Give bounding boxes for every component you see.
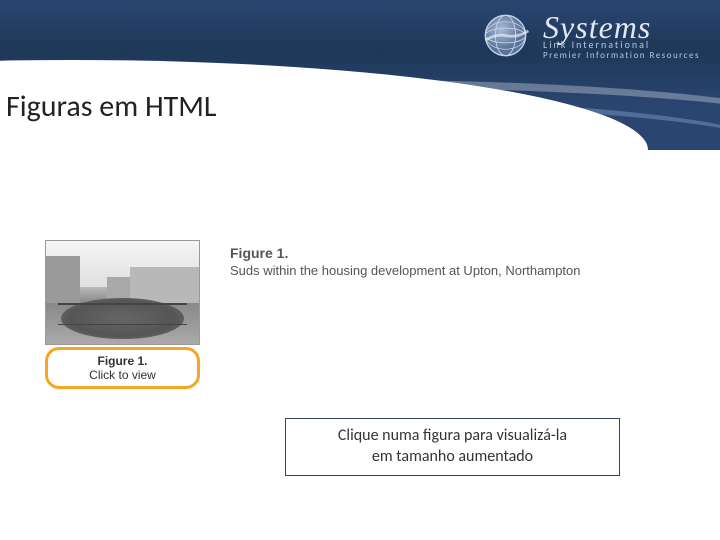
instruction-line2: em tamanho aumentado	[372, 447, 533, 466]
figure-desc-text: Suds within the housing development at U…	[230, 263, 581, 278]
logo-sub-text-1: Link International	[543, 40, 700, 50]
figure-thumbnail-image[interactable]	[45, 240, 200, 345]
figure-thumbnail-block: Figure 1. Click to view	[45, 240, 200, 389]
logo-sub-text-2: Premier Information Resources	[543, 51, 700, 60]
instruction-line1: Clique numa figura para visualizá-la	[338, 426, 567, 445]
thumbnail-figure-label: Figure 1.	[58, 354, 187, 368]
page-title: Figuras em HTML	[6, 88, 217, 125]
footer-wave-decor	[0, 470, 720, 540]
header-banner: Systems Link International Premier Infor…	[0, 0, 720, 150]
logo: Systems Link International Premier Infor…	[478, 8, 700, 63]
click-to-view-label: Click to view	[58, 368, 187, 382]
instruction-callout: Clique numa figura para visualizá-la em …	[285, 418, 620, 476]
globe-icon	[478, 8, 533, 63]
content-area: Figure 1. Click to view Figure 1. Suds w…	[0, 150, 720, 389]
thumbnail-caption-highlight[interactable]: Figure 1. Click to view	[45, 347, 200, 389]
figure-row: Figure 1. Click to view Figure 1. Suds w…	[45, 240, 720, 389]
figure-description: Figure 1. Suds within the housing develo…	[230, 240, 581, 278]
figure-desc-title: Figure 1.	[230, 245, 581, 261]
